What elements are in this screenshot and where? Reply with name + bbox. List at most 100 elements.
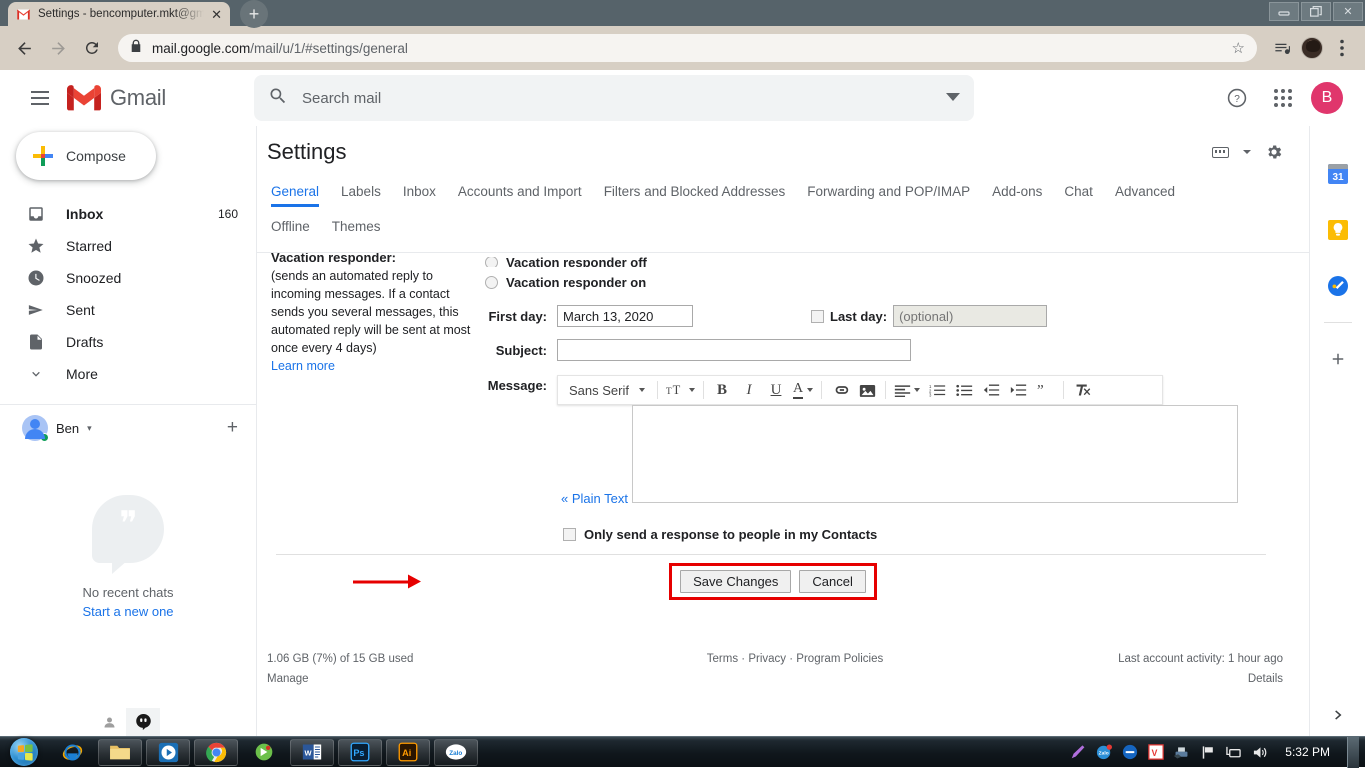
v-icon[interactable]: V: [1147, 744, 1164, 761]
calendar-icon[interactable]: 31: [1310, 146, 1365, 202]
bold-icon[interactable]: B: [709, 378, 735, 402]
google-apps-icon[interactable]: [1265, 80, 1301, 116]
back-button[interactable]: [10, 34, 38, 62]
sidebar-item-starred[interactable]: Starred: [0, 230, 256, 262]
tasks-icon[interactable]: [1310, 258, 1365, 314]
printer-icon[interactable]: [1173, 744, 1190, 761]
input-tools-icon[interactable]: [1212, 147, 1229, 158]
vacation-on-row[interactable]: Vacation responder on: [485, 271, 1295, 293]
program-policies-link[interactable]: Program Policies: [796, 653, 883, 665]
insert-image-icon[interactable]: [854, 378, 880, 402]
sidebar-item-inbox[interactable]: Inbox 160: [0, 198, 256, 230]
contacts-only-checkbox[interactable]: [563, 528, 576, 541]
underline-icon[interactable]: U: [763, 378, 789, 402]
taskbar-zalo-icon[interactable]: Zalo: [434, 739, 478, 766]
taskbar-illustrator-icon[interactable]: Ai: [386, 739, 430, 766]
volume-icon[interactable]: [1251, 744, 1268, 761]
flag-icon[interactable]: [1199, 744, 1216, 761]
bookmark-star-icon[interactable]: ☆: [1232, 39, 1245, 57]
radio-vacation-off[interactable]: [485, 257, 498, 267]
link-icon[interactable]: [827, 378, 853, 402]
align-icon[interactable]: [891, 378, 923, 402]
first-day-input[interactable]: [557, 305, 693, 327]
sidebar-item-snoozed[interactable]: Snoozed: [0, 262, 256, 294]
sidebar-item-more[interactable]: More: [0, 358, 256, 390]
close-window-icon[interactable]: ✕: [1333, 2, 1363, 21]
taskbar-unikey-icon[interactable]: [242, 739, 286, 766]
last-day-input[interactable]: [893, 305, 1047, 327]
italic-icon[interactable]: I: [736, 378, 762, 402]
reload-button[interactable]: [78, 34, 106, 62]
address-bar[interactable]: mail.google.com/mail/u/1/#settings/gener…: [118, 34, 1257, 62]
close-icon[interactable]: ✕: [211, 8, 222, 21]
show-desktop-button[interactable]: [1347, 737, 1359, 768]
tab-filters-and-blocked-addresses[interactable]: Filters and Blocked Addresses: [604, 178, 786, 207]
network-icon[interactable]: [1225, 744, 1242, 761]
keep-icon[interactable]: [1310, 202, 1365, 258]
message-textarea[interactable]: [632, 405, 1238, 503]
numbered-list-icon[interactable]: 123: [924, 378, 950, 402]
quote-icon[interactable]: ”: [1032, 378, 1058, 402]
manage-storage-link[interactable]: Manage: [267, 669, 607, 689]
tab-general[interactable]: General: [271, 178, 319, 207]
subject-input[interactable]: [557, 339, 911, 361]
bulleted-list-icon[interactable]: [951, 378, 977, 402]
taskbar-media-player-icon[interactable]: [146, 739, 190, 766]
compose-button[interactable]: Compose: [16, 132, 156, 180]
indent-more-icon[interactable]: [1005, 378, 1031, 402]
remove-formatting-icon[interactable]: [1069, 378, 1095, 402]
tab-themes[interactable]: Themes: [332, 213, 381, 242]
radio-vacation-on[interactable]: [485, 276, 498, 289]
gear-icon[interactable]: [1265, 143, 1283, 161]
add-addon-button[interactable]: [1310, 331, 1365, 387]
tab-accounts-and-import[interactable]: Accounts and Import: [458, 178, 582, 207]
last-day-checkbox[interactable]: [811, 310, 824, 323]
pen-icon[interactable]: [1069, 744, 1086, 761]
contacts-tab-icon[interactable]: [92, 708, 126, 736]
start-new-chat-link[interactable]: Start a new one: [0, 604, 256, 619]
zalo-tray-icon[interactable]: Zalo: [1095, 744, 1112, 761]
account-avatar[interactable]: B: [1311, 82, 1343, 114]
content-scrollbar[interactable]: [1295, 489, 1309, 705]
browser-tab[interactable]: Settings - bencomputer.mkt@gm ✕: [8, 2, 230, 26]
sidebar-item-drafts[interactable]: Drafts: [0, 326, 256, 358]
chrome-menu-icon[interactable]: [1329, 35, 1355, 61]
chat-profile-row[interactable]: Ben ▾ +: [0, 404, 256, 441]
cancel-button[interactable]: Cancel: [799, 570, 865, 593]
tab-forwarding-and-pop-imap[interactable]: Forwarding and POP/IMAP: [807, 178, 970, 207]
save-changes-button[interactable]: Save Changes: [680, 570, 791, 593]
chevron-down-icon[interactable]: ▾: [87, 423, 92, 434]
hangouts-tab-icon[interactable]: [126, 708, 160, 736]
text-color-icon[interactable]: A: [790, 378, 816, 402]
gmail-logo[interactable]: Gmail: [66, 85, 216, 112]
forward-button[interactable]: [44, 34, 72, 62]
chevron-down-icon[interactable]: [1243, 150, 1251, 154]
taskbar-chrome-icon[interactable]: [194, 739, 238, 766]
learn-more-link[interactable]: Learn more: [271, 359, 335, 373]
search-bar[interactable]: [254, 75, 974, 121]
tab-chat[interactable]: Chat: [1064, 178, 1093, 207]
chrome-profile-avatar[interactable]: [1301, 37, 1323, 59]
privacy-link[interactable]: Privacy: [748, 653, 786, 665]
tab-labels[interactable]: Labels: [341, 178, 381, 207]
search-input[interactable]: [302, 90, 932, 107]
tab-advanced[interactable]: Advanced: [1115, 178, 1175, 207]
vacation-off-row[interactable]: Vacation responder off: [485, 257, 1295, 267]
font-family-select[interactable]: Sans Serif: [562, 378, 652, 402]
terms-link[interactable]: Terms: [707, 653, 738, 665]
contacts-only-row[interactable]: Only send a response to people in my Con…: [563, 527, 1295, 542]
unikey-tray-icon[interactable]: [1121, 744, 1138, 761]
main-menu-icon[interactable]: [16, 74, 64, 122]
search-options-icon[interactable]: [946, 89, 960, 107]
taskbar-word-icon[interactable]: W: [290, 739, 334, 766]
indent-less-icon[interactable]: [978, 378, 1004, 402]
tab-add-ons[interactable]: Add-ons: [992, 178, 1042, 207]
plain-text-link[interactable]: « Plain Text: [561, 491, 628, 506]
help-icon[interactable]: ?: [1219, 80, 1255, 116]
font-size-icon[interactable]: TT: [663, 378, 698, 402]
taskbar-file-explorer-icon[interactable]: [98, 739, 142, 766]
sidebar-item-sent[interactable]: Sent: [0, 294, 256, 326]
start-button[interactable]: [0, 737, 48, 768]
add-contact-button[interactable]: +: [227, 417, 238, 439]
new-tab-button[interactable]: +: [240, 0, 268, 28]
